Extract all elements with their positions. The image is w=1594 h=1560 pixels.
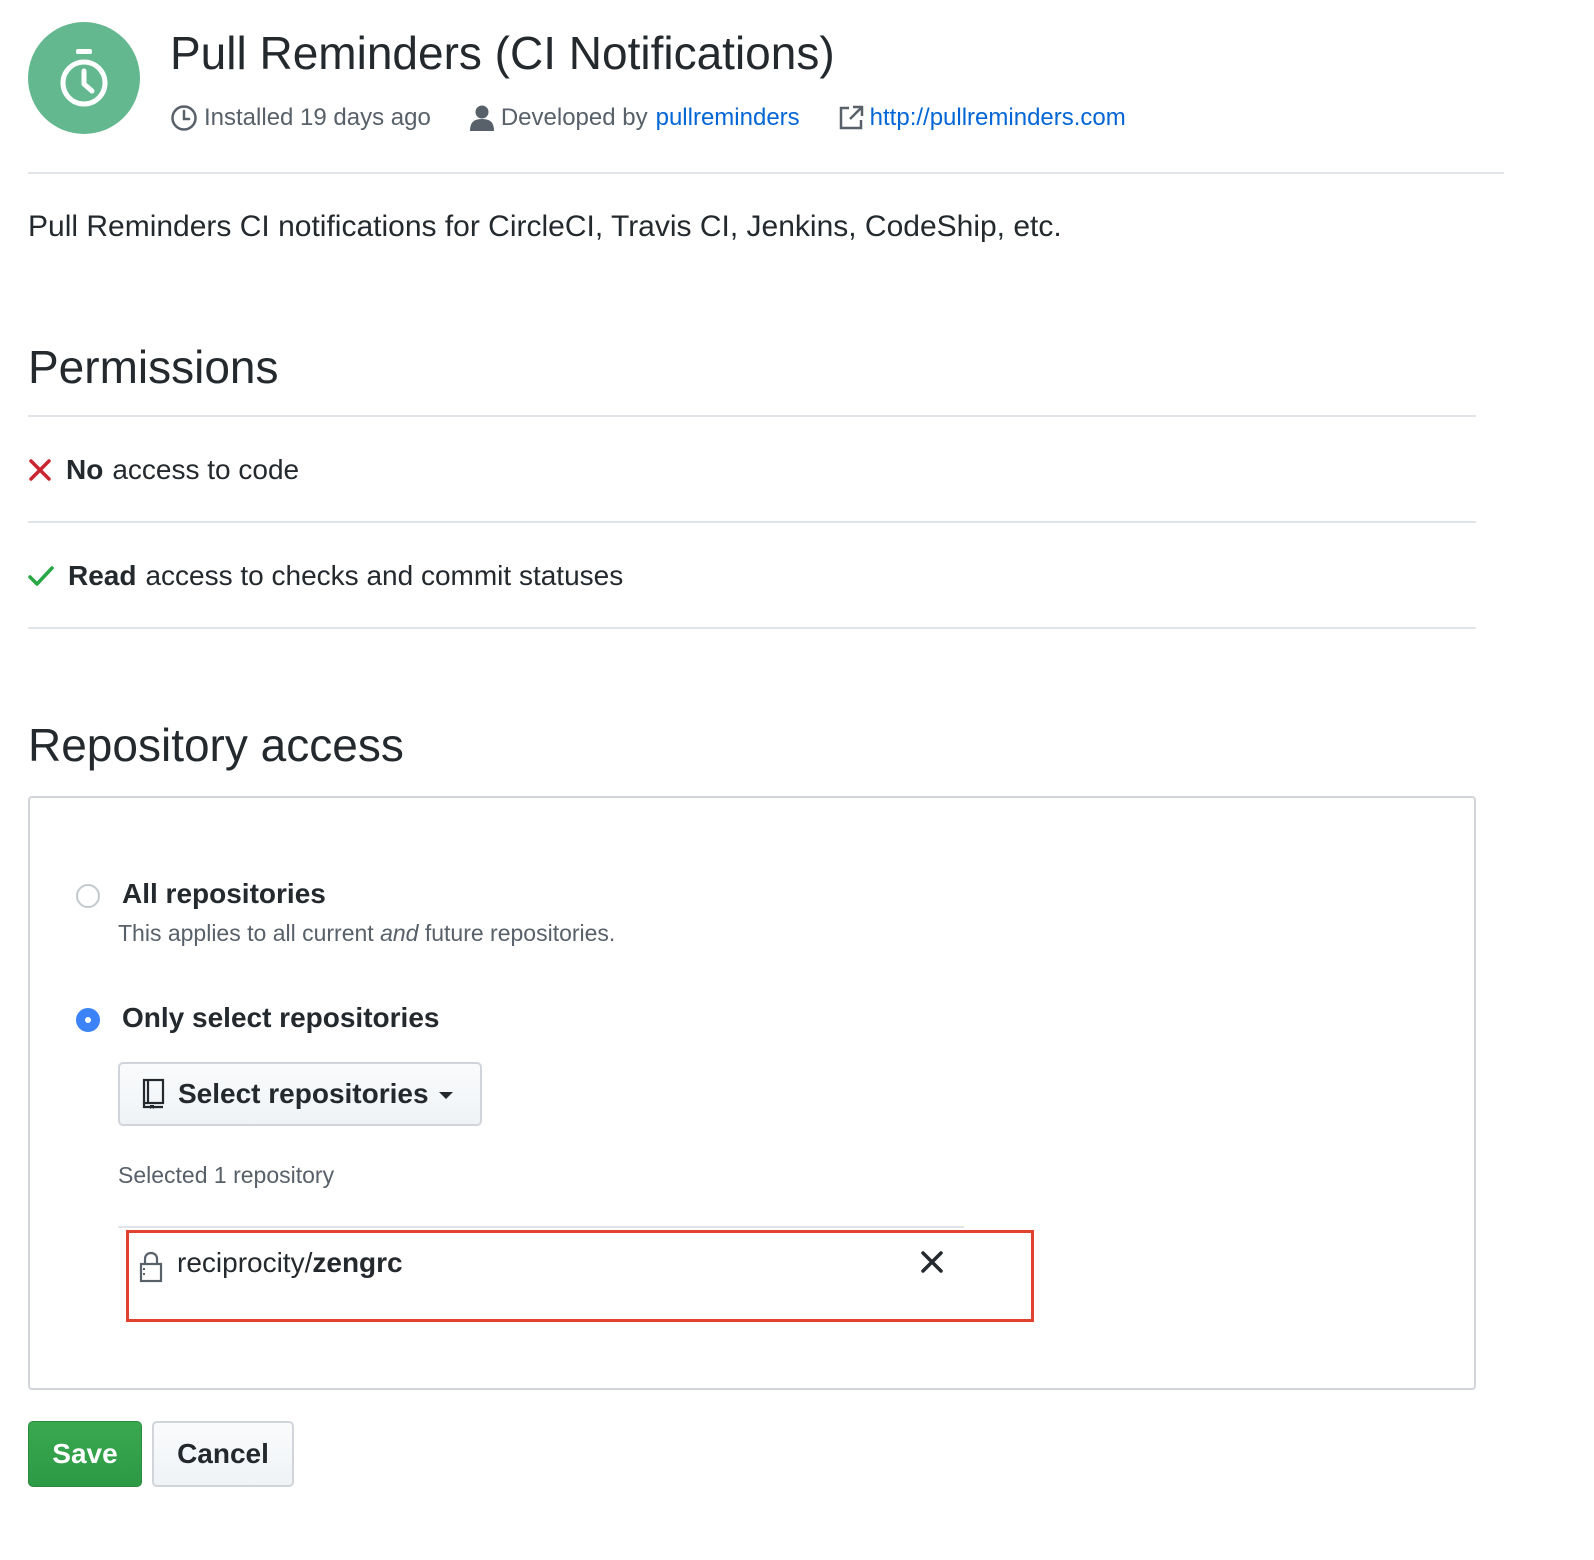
app-avatar [28, 22, 140, 134]
caret-down-icon [438, 1092, 453, 1099]
website-link[interactable]: http://pullreminders.com [870, 104, 1126, 132]
permission-level: No [66, 454, 104, 485]
divider [28, 627, 1476, 629]
select-repositories-button[interactable]: Select repositories [118, 1062, 482, 1126]
permission-code: No access to code [28, 418, 1476, 522]
app-installation-page: Pull Reminders (CI Notifications) Instal… [28, 0, 1504, 1487]
permission-checks: Read access to checks and commit statuse… [28, 524, 1476, 628]
app-description: Pull Reminders CI notifications for Circ… [28, 210, 1062, 243]
repo-book-icon [142, 1078, 165, 1109]
all-repositories-note: This applies to all current and future r… [118, 920, 616, 946]
repository-access-heading: Repository access [28, 719, 404, 771]
permission-text: access to code [112, 454, 300, 485]
developed-by-label: Developed by [500, 104, 648, 131]
repository-name: reciprocity/zengrc [177, 1247, 403, 1278]
app-header: Pull Reminders (CI Notifications) Instal… [28, 0, 1504, 174]
clock-icon [171, 105, 197, 131]
only-select-repositories-label[interactable]: Only select repositories [122, 1002, 439, 1034]
website-info: http://pullreminders.com [838, 104, 1126, 132]
lock-icon [139, 1251, 163, 1283]
permission-level: Read [68, 560, 137, 591]
developer-info: Developed by pullreminders [469, 104, 800, 132]
divider [28, 415, 1476, 417]
selected-repositories-count: Selected 1 repository [118, 1162, 335, 1188]
all-repositories-label[interactable]: All repositories [122, 878, 326, 910]
remove-repository-icon[interactable] [919, 1249, 945, 1275]
divider [28, 521, 1476, 523]
only-select-repositories-radio[interactable] [76, 1008, 100, 1032]
permissions-heading: Permissions [28, 341, 279, 393]
installed-info: Installed 19 days ago [170, 104, 431, 132]
x-icon [29, 459, 51, 481]
external-link-icon [839, 105, 863, 130]
developer-link[interactable]: pullreminders [656, 104, 800, 132]
select-repositories-label: Select repositories [178, 1078, 429, 1109]
all-repositories-radio[interactable] [76, 884, 100, 908]
save-button[interactable]: Save [28, 1421, 142, 1487]
check-icon [28, 566, 54, 586]
selected-repository-item: reciprocity/zengrc [126, 1230, 1034, 1322]
repository-access-box: All repositories This applies to all cur… [28, 796, 1476, 1390]
permission-text: access to checks and commit statuses [145, 560, 624, 591]
stopwatch-icon [60, 49, 108, 107]
installed-text: Installed 19 days ago [204, 104, 431, 131]
cancel-button[interactable]: Cancel [152, 1421, 294, 1487]
app-meta: Installed 19 days ago Developed by pullr… [170, 104, 1164, 132]
app-title: Pull Reminders (CI Notifications) [170, 27, 835, 79]
divider [118, 1226, 964, 1228]
person-icon [469, 105, 494, 131]
